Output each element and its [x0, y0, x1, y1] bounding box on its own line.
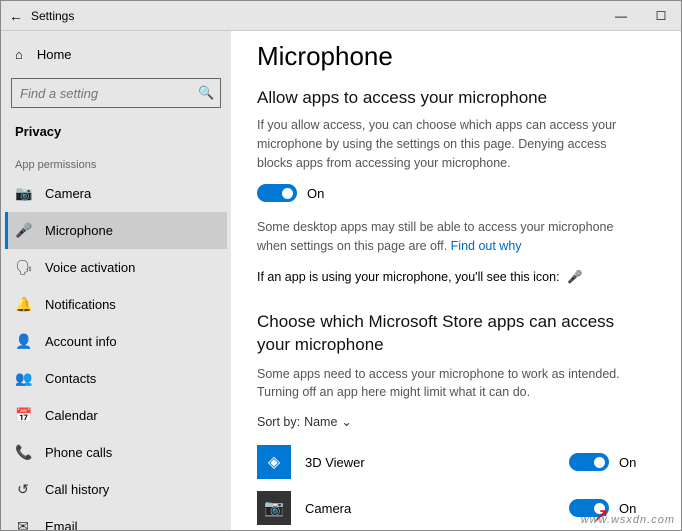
camera-icon: 📷 — [15, 185, 31, 202]
email-icon: ✉ — [15, 518, 31, 530]
allow-description: If you allow access, you can choose whic… — [257, 116, 627, 172]
sidebar-item-label: Calendar — [45, 408, 98, 423]
back-button[interactable]: ← — [1, 8, 31, 24]
sort-label: Sort by: — [257, 415, 300, 429]
account-icon: 👤 — [15, 333, 31, 350]
titlebar: ← Settings — ☐ — [1, 1, 681, 31]
sidebar-item-label: Email — [45, 519, 78, 530]
app-row-3d-viewer: ◈ 3D Viewer On — [257, 439, 659, 485]
app-name: Camera — [305, 501, 569, 516]
sidebar-item-label: Contacts — [45, 371, 96, 386]
search-box[interactable]: 🔍 — [11, 78, 221, 108]
maximize-button[interactable]: ☐ — [641, 1, 681, 31]
choose-heading: Choose which Microsoft Store apps can ac… — [257, 311, 627, 357]
section-label-privacy: Privacy — [5, 118, 227, 149]
sidebar-item-label: Phone calls — [45, 445, 112, 460]
app-row-camera: 📷 Camera On — [257, 485, 659, 530]
sidebar-item-phone-calls[interactable]: 📞 Phone calls — [5, 434, 227, 471]
microphone-indicator-icon: 🎤 — [567, 268, 583, 287]
voice-icon: 🗣 — [15, 259, 31, 276]
nav-home-label: Home — [37, 47, 72, 62]
app-icon-3d-viewer: ◈ — [257, 445, 291, 479]
group-label-app-permissions: App permissions — [5, 149, 227, 175]
in-use-note: If an app is using your microphone, you'… — [257, 268, 627, 287]
calendar-icon: 📅 — [15, 407, 31, 424]
sidebar-item-camera[interactable]: 📷 Camera — [5, 175, 227, 212]
allow-toggle-row: On — [257, 184, 659, 202]
search-input[interactable] — [20, 86, 198, 101]
sidebar-item-microphone[interactable]: 🎤 Microphone — [5, 212, 227, 249]
page-title: Microphone — [257, 41, 659, 72]
sidebar-item-label: Camera — [45, 186, 91, 201]
sidebar-item-calendar[interactable]: 📅 Calendar — [5, 397, 227, 434]
sidebar-item-label: Account info — [45, 334, 117, 349]
chevron-down-icon: ⌄ — [341, 414, 351, 429]
app-icon-camera: 📷 — [257, 491, 291, 525]
microphone-icon: 🎤 — [15, 222, 31, 239]
home-icon: ⌂ — [15, 47, 23, 62]
sort-by[interactable]: Sort by: Name ⌄ — [257, 414, 659, 429]
phone-icon: 📞 — [15, 444, 31, 461]
search-icon: 🔍 — [198, 85, 214, 101]
sidebar-item-email[interactable]: ✉ Email — [5, 508, 227, 530]
sidebar-item-label: Call history — [45, 482, 109, 497]
history-icon: ↺ — [15, 481, 31, 498]
app-toggle-label: On — [619, 455, 636, 470]
sidebar-item-label: Notifications — [45, 297, 116, 312]
sidebar-item-voice-activation[interactable]: 🗣 Voice activation — [5, 249, 227, 286]
find-out-why-link[interactable]: Find out why — [451, 239, 522, 253]
sidebar-item-account-info[interactable]: 👤 Account info — [5, 323, 227, 360]
allow-toggle[interactable] — [257, 184, 297, 202]
allow-heading: Allow apps to access your microphone — [257, 88, 659, 108]
nav-home[interactable]: ⌂ Home — [5, 39, 227, 70]
sort-value: Name — [304, 415, 337, 429]
content-pane: Microphone Allow apps to access your mic… — [231, 31, 681, 530]
allow-toggle-label: On — [307, 186, 324, 201]
sidebar-item-notifications[interactable]: 🔔 Notifications — [5, 286, 227, 323]
bell-icon: 🔔 — [15, 296, 31, 313]
window-title: Settings — [31, 9, 74, 23]
desktop-apps-note: Some desktop apps may still be able to a… — [257, 218, 627, 256]
choose-description: Some apps need to access your microphone… — [257, 365, 627, 403]
app-toggle-camera[interactable] — [569, 499, 609, 517]
minimize-button[interactable]: — — [601, 1, 641, 31]
sidebar-item-call-history[interactable]: ↺ Call history — [5, 471, 227, 508]
sidebar-item-label: Voice activation — [45, 260, 135, 275]
sidebar-item-contacts[interactable]: 👥 Contacts — [5, 360, 227, 397]
contacts-icon: 👥 — [15, 370, 31, 387]
sidebar: ⌂ Home 🔍 Privacy App permissions 📷 Camer… — [1, 31, 231, 530]
sidebar-item-label: Microphone — [45, 223, 113, 238]
app-toggle-label: On — [619, 501, 636, 516]
app-toggle-3d-viewer[interactable] — [569, 453, 609, 471]
app-name: 3D Viewer — [305, 455, 569, 470]
